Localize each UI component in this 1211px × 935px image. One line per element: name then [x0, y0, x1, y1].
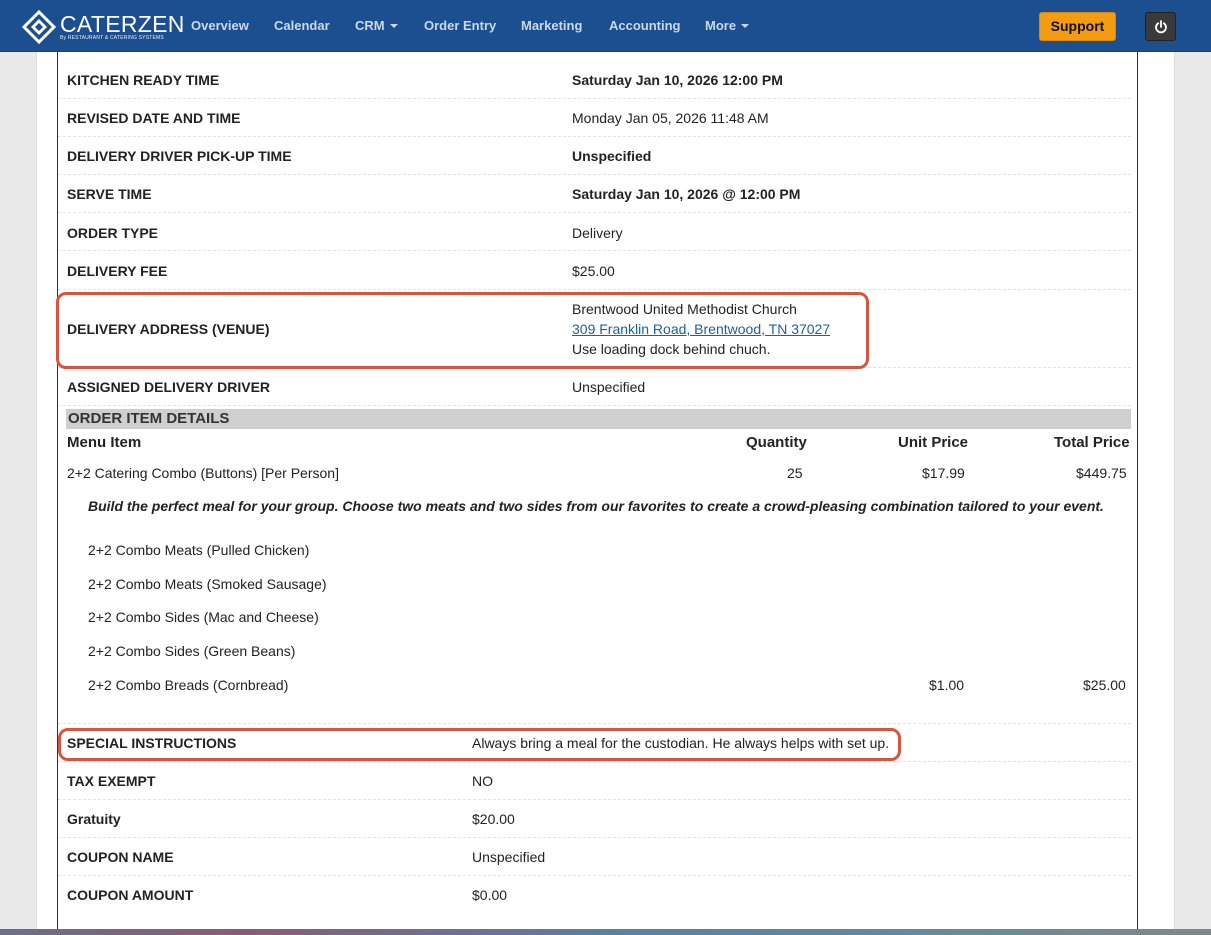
detail-label: DELIVERY FEE — [67, 263, 168, 279]
summary-value: $20.00 — [472, 811, 515, 827]
detail-value: Unspecified — [572, 379, 646, 395]
summary-row-gratuity: Gratuity $20.00 — [58, 800, 1131, 838]
column-header-total-price: Total Price — [1054, 434, 1130, 451]
address-link[interactable]: 309 Franklin Road, Brentwood, TN 37027 — [572, 321, 830, 337]
section-title: ORDER ITEM DETAILS — [68, 410, 230, 427]
detail-row-pickup-time: DELIVERY DRIVER PICK-UP TIME Unspecified — [58, 137, 1131, 175]
nav-more[interactable]: More — [705, 18, 750, 33]
sub-item-unit-price: $1.00 — [929, 677, 965, 693]
detail-value: Saturday Jan 10, 2026 12:00 PM — [572, 72, 783, 88]
summary-value: Always bring a meal for the custodian. H… — [472, 735, 890, 751]
detail-row-kitchen-ready-time: KITCHEN READY TIME Saturday Jan 10, 2026… — [58, 61, 1131, 99]
nav-more-label: More — [705, 18, 737, 33]
detail-row-delivery-fee: DELIVERY FEE $25.00 — [58, 251, 1131, 290]
nav-marketing[interactable]: Marketing — [521, 18, 582, 33]
brand-name: CATERZEN — [60, 11, 185, 37]
summary-label: COUPON AMOUNT — [67, 887, 194, 903]
chevron-down-icon — [741, 24, 750, 28]
detail-label: DELIVERY ADDRESS (VENUE) — [67, 321, 270, 337]
bottom-strip — [0, 929, 1211, 935]
summary-row-special-instructions: SPECIAL INSTRUCTIONS Always bring a meal… — [58, 724, 1131, 762]
summary-label: SPECIAL INSTRUCTIONS — [67, 735, 237, 751]
sub-item-total-price: $25.00 — [1083, 677, 1126, 693]
summary-value: Unspecified — [472, 849, 546, 865]
detail-value: Unspecified — [572, 148, 652, 164]
summary-value: $0.00 — [472, 887, 508, 903]
venue-name: Brentwood United Methodist Church — [572, 301, 797, 317]
detail-value: Delivery — [572, 225, 623, 241]
summary-label: TAX EXEMPT — [67, 773, 156, 789]
sub-item-name: 2+2 Combo Breads (Cornbread) — [88, 677, 289, 693]
address-note: Use loading dock behind chuch. — [572, 341, 771, 357]
order-item-details-header: ORDER ITEM DETAILS — [66, 409, 1131, 429]
column-header-menu-item: Menu Item — [67, 434, 142, 451]
logo-mark-icon — [22, 10, 56, 44]
detail-label: DELIVERY DRIVER PICK-UP TIME — [67, 148, 292, 164]
detail-label: SERVE TIME — [67, 186, 152, 202]
summary-label: COUPON NAME — [67, 849, 174, 865]
item-total-price: $449.75 — [1076, 465, 1127, 481]
item-quantity: 25 — [787, 465, 803, 481]
summary-row-coupon-name: COUPON NAME Unspecified — [58, 838, 1131, 876]
summary-row-tax-exempt: TAX EXEMPT NO — [58, 762, 1131, 800]
logout-button[interactable] — [1145, 12, 1176, 41]
detail-label: ORDER TYPE — [67, 225, 159, 241]
brand-tagline: By RESTAURANT & CATERING SYSTEMS — [60, 35, 164, 41]
top-navbar: CATERZEN By RESTAURANT & CATERING SYSTEM… — [0, 0, 1211, 52]
chevron-down-icon — [389, 24, 398, 28]
column-header-quantity: Quantity — [746, 434, 807, 451]
item-description: Build the perfect meal for your group. C… — [88, 498, 1104, 514]
detail-value: $25.00 — [572, 263, 615, 279]
detail-row-serve-time: SERVE TIME Saturday Jan 10, 2026 @ 12:00… — [58, 175, 1131, 213]
support-button[interactable]: Support — [1039, 12, 1116, 41]
detail-value: Saturday Jan 10, 2026 @ 12:00 PM — [572, 186, 801, 202]
item-unit-price: $17.99 — [922, 465, 965, 481]
sub-item-name: 2+2 Combo Meats (Smoked Sausage) — [88, 576, 327, 592]
nav-crm-label: CRM — [355, 18, 385, 33]
summary-label: Gratuity — [67, 811, 121, 827]
detail-row-order-type: ORDER TYPE Delivery — [58, 213, 1131, 251]
item-name: 2+2 Catering Combo (Buttons) [Per Person… — [67, 465, 339, 481]
detail-value: Monday Jan 05, 2026 11:48 AM — [572, 110, 769, 126]
nav-calendar[interactable]: Calendar — [274, 18, 330, 33]
nav-crm[interactable]: CRM — [355, 18, 398, 33]
sub-item-name: 2+2 Combo Sides (Green Beans) — [88, 643, 296, 659]
summary-row-coupon-amount: COUPON AMOUNT $0.00 — [58, 876, 1131, 914]
nav-order-entry[interactable]: Order Entry — [424, 18, 496, 33]
detail-label: ASSIGNED DELIVERY DRIVER — [67, 379, 271, 395]
nav-overview[interactable]: Overview — [191, 18, 249, 33]
sub-item-name: 2+2 Combo Meats (Pulled Chicken) — [88, 542, 310, 558]
detail-label: KITCHEN READY TIME — [67, 72, 220, 88]
power-icon — [1155, 20, 1167, 34]
detail-row-assigned-driver: ASSIGNED DELIVERY DRIVER Unspecified — [58, 368, 1131, 406]
column-header-unit-price: Unit Price — [898, 434, 969, 451]
sub-item-name: 2+2 Combo Sides (Mac and Cheese) — [88, 609, 319, 625]
summary-value: NO — [472, 773, 493, 789]
nav-accounting[interactable]: Accounting — [609, 18, 681, 33]
detail-row-revised-date: REVISED DATE AND TIME Monday Jan 05, 202… — [58, 99, 1131, 137]
items-divider — [58, 700, 1131, 724]
detail-label: REVISED DATE AND TIME — [67, 110, 241, 126]
